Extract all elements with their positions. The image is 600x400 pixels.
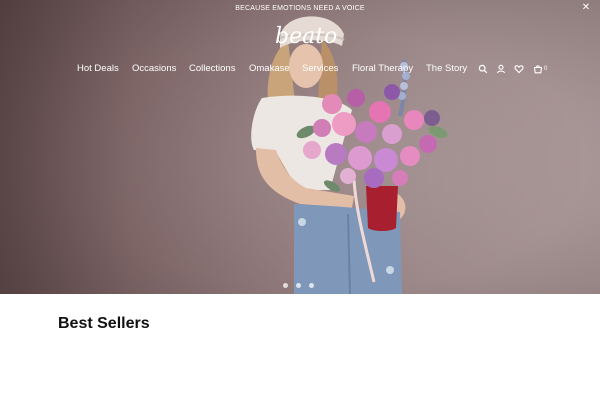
main-nav: Hot Deals Occasions Collections Omakase … [0, 62, 600, 76]
nav-item-floral-therapy[interactable]: Floral Therapy [352, 62, 413, 76]
brand-logo[interactable]: beato [275, 23, 337, 51]
wishlist-heart-icon[interactable] [514, 64, 524, 74]
nav-item-collections[interactable]: Collections [189, 62, 235, 76]
cart-count-badge: 0 [544, 66, 548, 72]
nav-item-hot-deals[interactable]: Hot Deals [77, 62, 119, 76]
slider-pagination [280, 282, 320, 290]
slide-dot-3[interactable] [309, 283, 314, 288]
search-icon[interactable] [478, 64, 488, 74]
slide-dot-2[interactable] [296, 283, 301, 288]
announcement-text: BECAUSE EMOTIONS NEED A VOICE [235, 5, 365, 12]
close-icon[interactable]: ✕ [581, 3, 591, 13]
announcement-bar: BECAUSE EMOTIONS NEED A VOICE ✕ [0, 0, 600, 17]
best-sellers-title: Best Sellers [58, 315, 150, 332]
account-icon[interactable] [496, 64, 506, 74]
nav-item-the-story[interactable]: The Story [426, 62, 467, 76]
hero-banner[interactable]: BECAUSE EMOTIONS NEED A VOICE ✕ beato Ho… [0, 0, 600, 294]
slide-dot-1[interactable] [283, 283, 288, 288]
nav-item-omakase[interactable]: Omakase [249, 62, 290, 76]
nav-item-occasions[interactable]: Occasions [132, 62, 176, 76]
cart-icon[interactable] [533, 64, 543, 74]
nav-item-services[interactable]: Services [302, 62, 338, 76]
